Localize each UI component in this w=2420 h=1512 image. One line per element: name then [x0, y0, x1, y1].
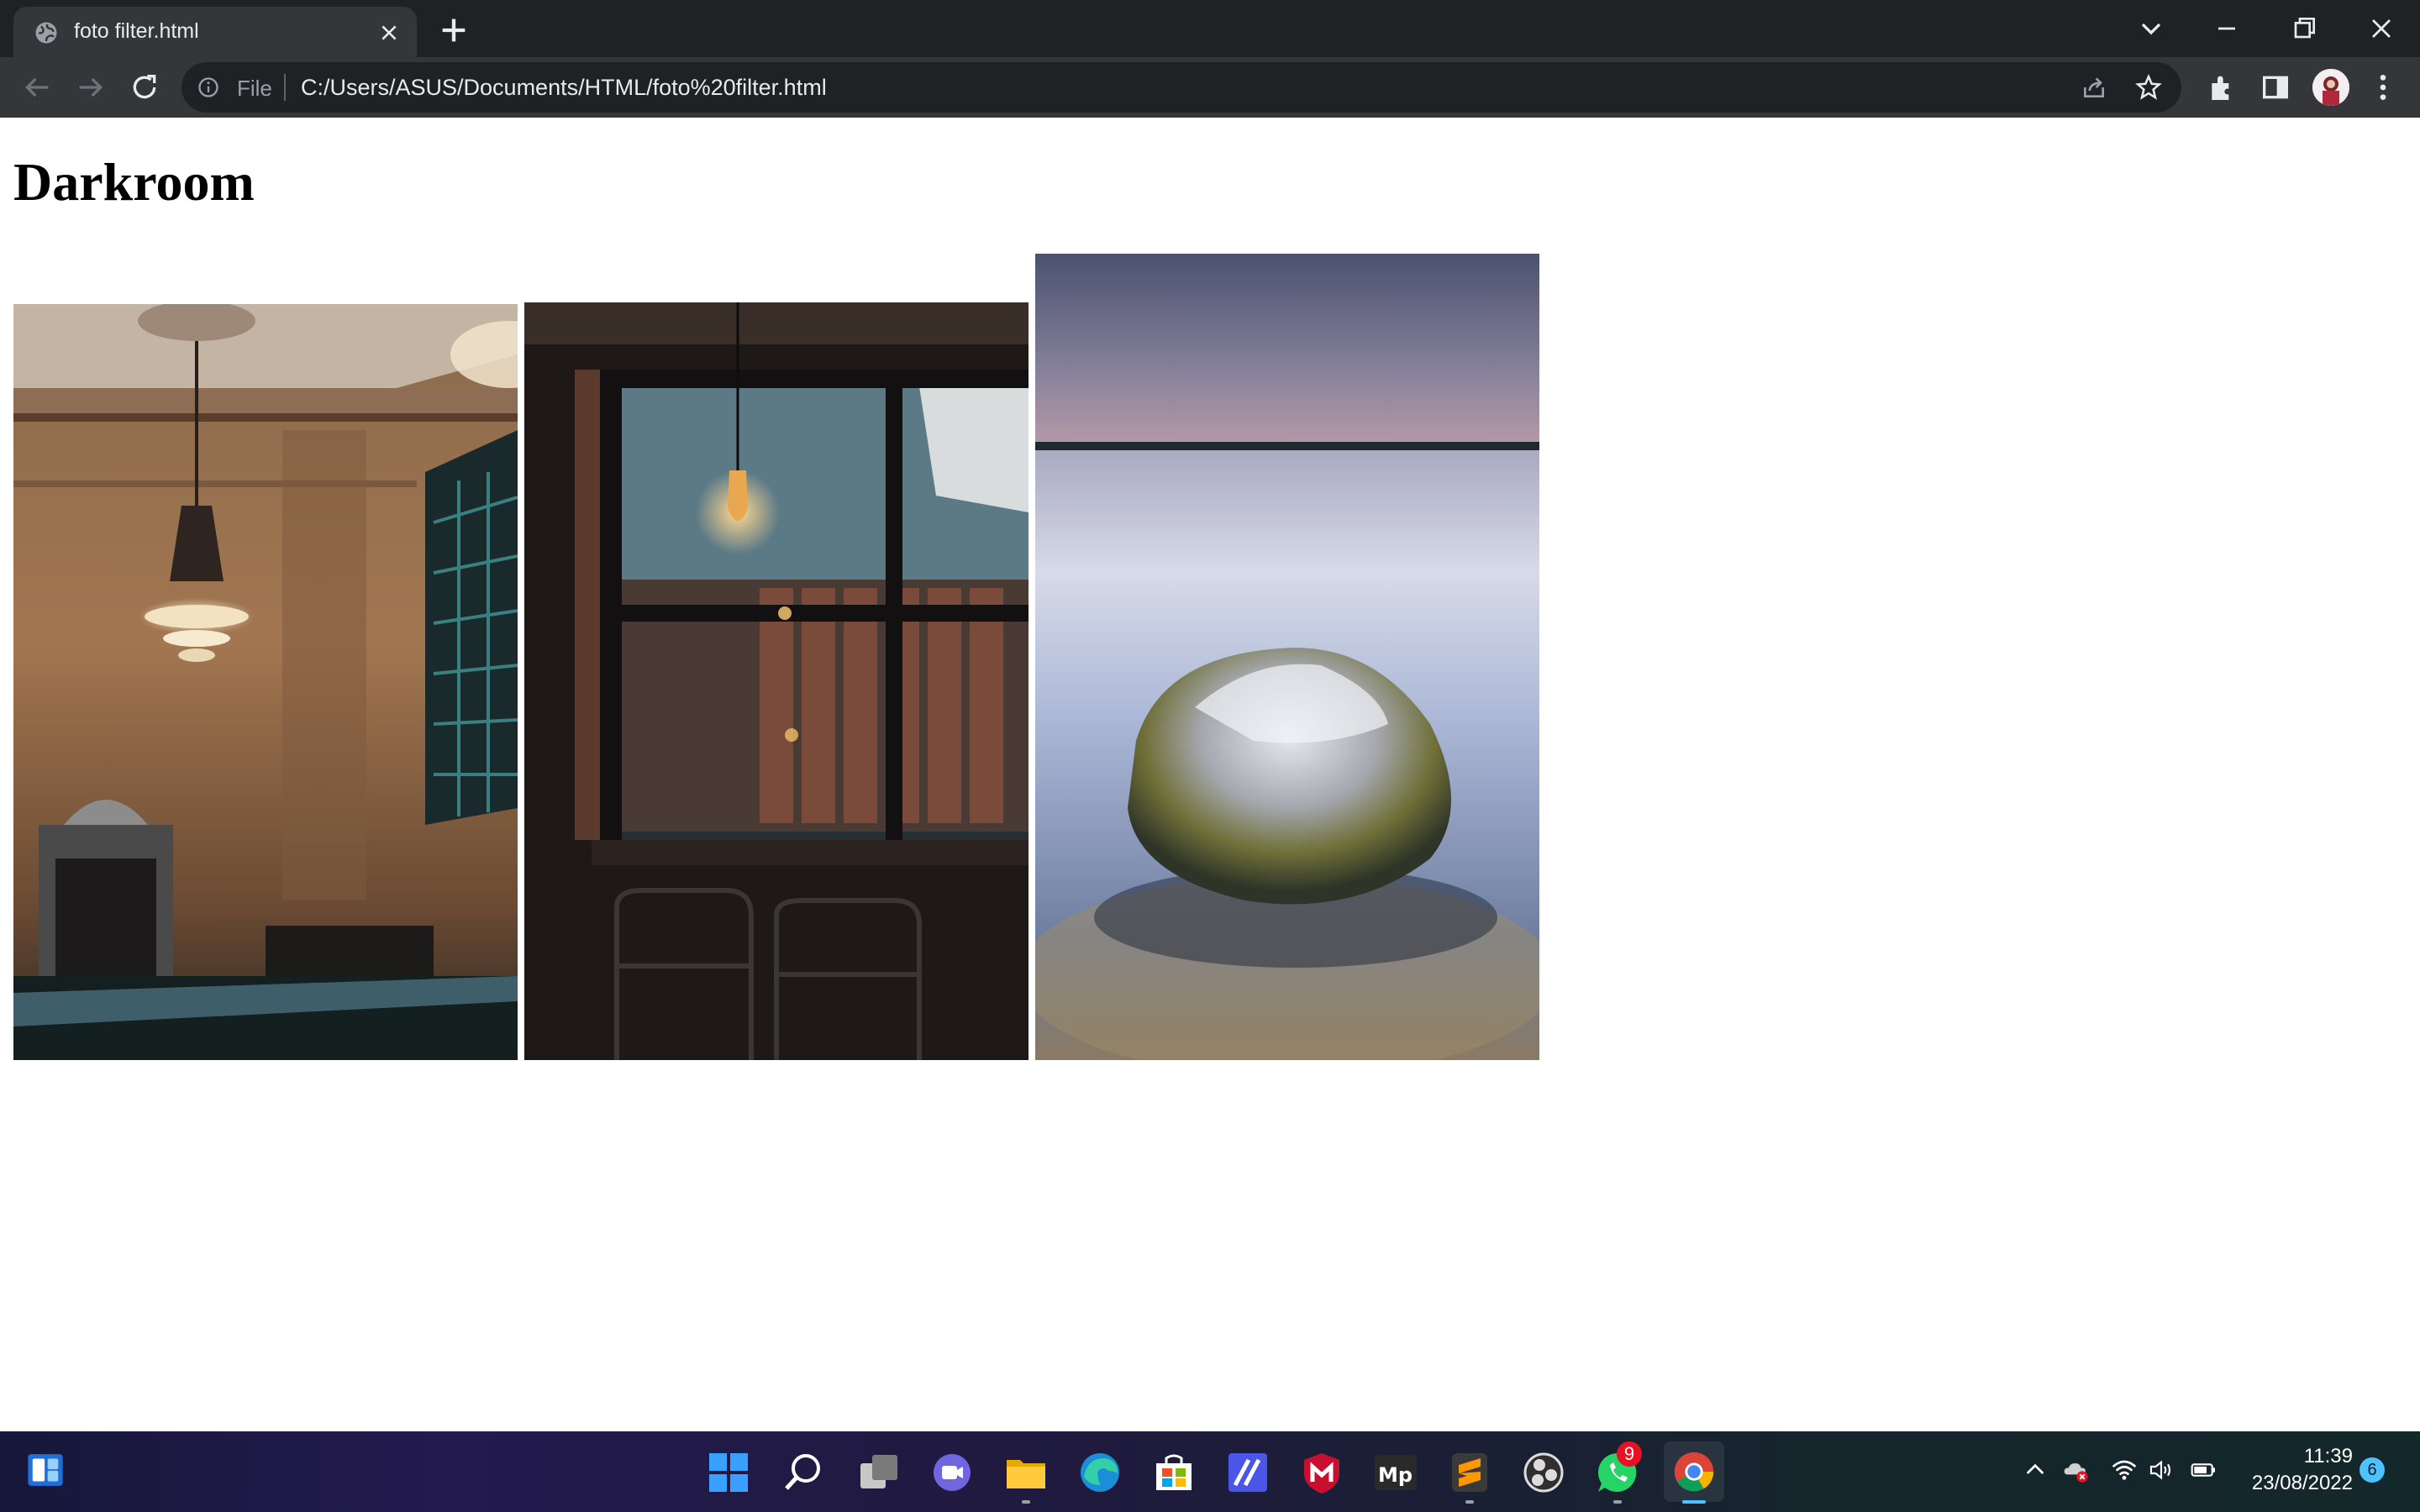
side-panel-icon[interactable]: [2259, 71, 2292, 104]
show-hidden-icons-icon[interactable]: [2022, 1457, 2049, 1483]
clock-date: 23/08/2022: [2251, 1472, 2353, 1494]
battery-icon[interactable]: [2190, 1457, 2217, 1483]
volume-icon[interactable]: [2148, 1457, 2175, 1483]
page-title: Darkroom: [13, 152, 255, 212]
menu-icon[interactable]: [2366, 71, 2400, 104]
close-window-icon[interactable]: [2365, 12, 2398, 45]
obs-icon[interactable]: [1519, 1448, 1568, 1497]
notification-count-badge[interactable]: 6: [2360, 1457, 2385, 1483]
media-player-icon[interactable]: Mp: [1371, 1448, 1420, 1497]
file-explorer-icon[interactable]: [1002, 1448, 1050, 1497]
hall-chandelier-image: [13, 304, 518, 1060]
file-explorer-running-indicator: [1022, 1500, 1030, 1504]
chrome-button[interactable]: [1664, 1441, 1724, 1502]
search-icon[interactable]: [778, 1448, 827, 1497]
bookmark-star-icon[interactable]: [2134, 73, 2163, 102]
globe-icon: [35, 22, 57, 44]
mcafee-icon[interactable]: [1297, 1448, 1346, 1497]
browser-tab[interactable]: foto filter.html: [13, 7, 417, 57]
task-view-icon[interactable]: [854, 1448, 902, 1497]
tab-strip: foto filter.html: [0, 0, 2420, 57]
tab-search-icon[interactable]: [2134, 12, 2168, 45]
profile-picture-icon: [2312, 69, 2349, 106]
chrome-active-indicator: [1682, 1500, 1706, 1504]
photo-rock-lake: [1035, 254, 1539, 1060]
omnibox-divider: [284, 74, 286, 101]
tab-title: foto filter.html: [74, 19, 199, 43]
onedrive-error-icon[interactable]: [2062, 1457, 2089, 1483]
chrome-icon: [1674, 1452, 1714, 1492]
new-tab-icon[interactable]: [437, 13, 471, 47]
url-text[interactable]: C:/Users/ASUS/Documents/HTML/foto%20filt…: [301, 75, 827, 101]
edge-icon[interactable]: [1076, 1448, 1124, 1497]
reload-icon[interactable]: [128, 71, 161, 104]
browser-toolbar: File C:/Users/ASUS/Documents/HTML/foto%2…: [0, 57, 2420, 118]
widgets-icon[interactable]: [24, 1448, 67, 1492]
extensions-icon[interactable]: [2205, 71, 2238, 104]
window-bulb-image: [524, 302, 1028, 1060]
back-icon[interactable]: [20, 71, 54, 104]
editor-icon[interactable]: [1223, 1448, 1272, 1497]
store-icon[interactable]: [1150, 1448, 1198, 1497]
start-icon[interactable]: [704, 1448, 753, 1497]
svg-text:Mp: Mp: [1378, 1463, 1413, 1487]
whatsapp-badge: 9: [1617, 1441, 1642, 1467]
rock-lake-image: [1035, 254, 1539, 1060]
windows-taskbar: [0, 1431, 2420, 1512]
system-clock[interactable]: 11:39 23/08/2022: [2235, 1443, 2353, 1497]
whatsapp-running-indicator: [1613, 1500, 1622, 1504]
clock-time: 11:39: [2303, 1445, 2353, 1467]
wifi-icon[interactable]: [2111, 1457, 2138, 1483]
chat-icon[interactable]: [928, 1448, 976, 1497]
forward-icon[interactable]: [74, 71, 108, 104]
restore-icon[interactable]: [2287, 12, 2321, 45]
address-bar[interactable]: File C:/Users/ASUS/Documents/HTML/foto%2…: [182, 62, 2181, 113]
photo-hall-chandelier: [13, 304, 518, 1060]
sublime-text-icon[interactable]: [1445, 1448, 1494, 1497]
minimize-icon[interactable]: [2210, 12, 2244, 45]
info-icon[interactable]: [197, 76, 220, 99]
share-icon[interactable]: [2081, 74, 2107, 101]
scheme-label: File: [237, 76, 272, 101]
sublime-running-indicator: [1465, 1500, 1474, 1504]
photo-window-bulb: [524, 302, 1028, 1060]
profile-avatar[interactable]: [2312, 69, 2349, 106]
close-tab-icon[interactable]: [378, 22, 400, 44]
